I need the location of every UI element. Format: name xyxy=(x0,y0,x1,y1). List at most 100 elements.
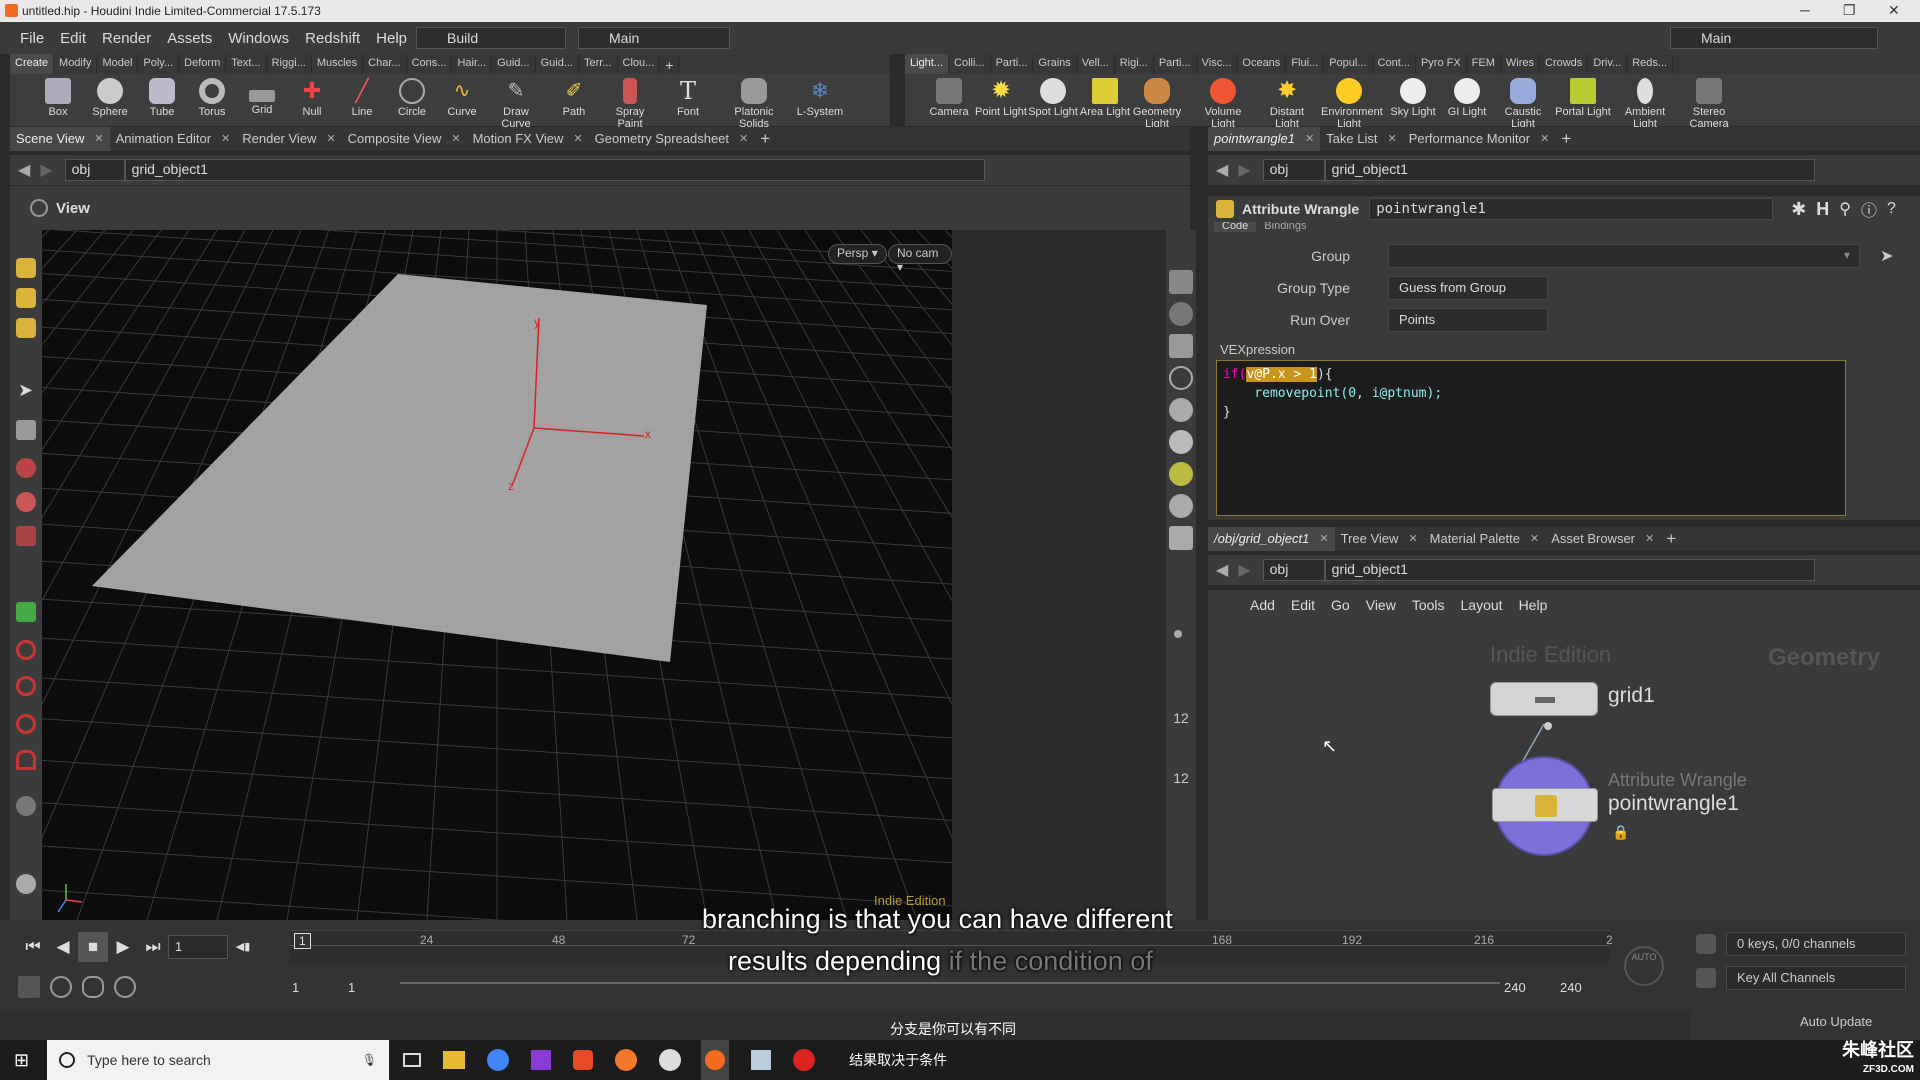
skip-end-icon[interactable]: ⏭ xyxy=(138,932,168,962)
tool-line[interactable]: ╱ Line xyxy=(334,76,390,118)
desktop-main-select[interactable]: Main xyxy=(578,27,730,49)
shelf-tab[interactable]: Text... xyxy=(226,54,267,74)
shelf-tab[interactable]: Flui... xyxy=(1286,54,1325,74)
view-tool-icon[interactable] xyxy=(16,796,36,816)
node-output-connector[interactable] xyxy=(1544,722,1552,730)
auto-update-select[interactable]: Auto Update xyxy=(1800,1014,1872,1029)
windows-start-icon[interactable]: ⊞ xyxy=(14,1050,29,1071)
shelf-tab[interactable]: Create xyxy=(10,54,55,74)
prim-numbers-icon[interactable]: 12 xyxy=(1169,770,1193,794)
tool-portal-light[interactable]: Portal Light xyxy=(1555,76,1611,118)
shelf-tab[interactable]: Riggi... xyxy=(267,54,312,74)
rotate-icon[interactable] xyxy=(16,492,36,512)
tool-grid[interactable]: Grid xyxy=(234,76,290,116)
scale-icon[interactable] xyxy=(16,526,36,546)
current-frame-field[interactable]: 1 xyxy=(168,935,228,959)
shelf-tab[interactable]: Reds... xyxy=(1627,54,1674,74)
houdini-taskbar-icon[interactable] xyxy=(701,1040,730,1080)
tool-gi-light[interactable]: GI Light xyxy=(1439,76,1495,118)
tool-path[interactable]: ✐ Path xyxy=(546,76,602,118)
lock-camera-icon[interactable] xyxy=(1169,334,1193,358)
display-icon[interactable] xyxy=(16,874,36,894)
shelf-tab[interactable]: Deform xyxy=(179,54,227,74)
key-all-channels-button[interactable]: Key All Channels xyxy=(1726,966,1906,990)
camera-view-icon[interactable] xyxy=(1169,526,1193,550)
close-tab-icon[interactable]: ✕ xyxy=(1305,127,1314,151)
vex-code-editor[interactable]: if(v@P.x > 1){ removepoint(0, i@ptnum);} xyxy=(1216,360,1846,516)
add-tab-icon[interactable]: + xyxy=(1660,527,1682,551)
magnet-icon[interactable] xyxy=(16,640,36,660)
tool-sphere[interactable]: Sphere xyxy=(82,76,138,118)
tool-circle[interactable]: Circle xyxy=(384,76,440,118)
close-tab-icon[interactable]: ✕ xyxy=(94,127,103,151)
play-reverse-icon[interactable]: ◀ xyxy=(48,932,78,962)
shelf-tab[interactable]: Parti... xyxy=(991,54,1034,74)
shelf-tab[interactable]: Cons... xyxy=(407,54,453,74)
desktop-right-select[interactable]: Main xyxy=(1670,27,1878,49)
notepad-icon[interactable] xyxy=(751,1050,772,1070)
help-h-icon[interactable]: H xyxy=(1816,199,1829,220)
shelf-tab[interactable]: Guid... xyxy=(492,54,536,74)
menu-assets[interactable]: Assets xyxy=(159,30,220,47)
tool-l-system[interactable]: ❄ L-System xyxy=(792,76,848,118)
shelf-tab[interactable]: Terr... xyxy=(579,54,618,74)
tool-area-light[interactable]: Area Light xyxy=(1077,76,1133,118)
close-tab-icon[interactable]: ✕ xyxy=(739,127,748,151)
path-node[interactable]: grid_object1 xyxy=(124,159,985,181)
tab-tree-view[interactable]: Tree View ✕ xyxy=(1335,527,1424,551)
shelf-tab[interactable]: Cont... xyxy=(1373,54,1416,74)
microphone-icon[interactable]: 🎙 xyxy=(362,1053,377,1067)
add-tab-icon[interactable]: + xyxy=(754,127,776,151)
tab-render-view[interactable]: Render View ✕ xyxy=(236,127,341,151)
shading-icon[interactable] xyxy=(1169,398,1193,422)
snap-icon[interactable] xyxy=(16,676,36,696)
network-menu-go[interactable]: Go xyxy=(1323,597,1358,613)
shelf-tab[interactable]: Driv... xyxy=(1588,54,1628,74)
help-icon[interactable]: ? xyxy=(1887,200,1896,218)
tool-volume-light[interactable]: Volume Light xyxy=(1195,76,1251,130)
tool-spot-light[interactable]: Spot Light xyxy=(1025,76,1081,118)
tab-geometry-spreadsheet[interactable]: Geometry Spreadsheet ✕ xyxy=(589,127,755,151)
ghost-icon[interactable] xyxy=(1169,366,1193,390)
key-channels-icon[interactable] xyxy=(1696,968,1716,988)
tool-caustic-light[interactable]: Caustic Light xyxy=(1495,76,1551,130)
menu-file[interactable]: File xyxy=(12,30,52,47)
path-root[interactable]: obj xyxy=(64,159,125,181)
tool-curve[interactable]: ∿ Curve xyxy=(434,76,490,118)
unreal-icon[interactable] xyxy=(659,1049,682,1071)
back-icon[interactable]: ◀ xyxy=(1216,160,1228,180)
node-lock-icon[interactable]: 🔒 xyxy=(1612,824,1629,841)
tab-composite-view[interactable]: Composite View ✕ xyxy=(342,127,467,151)
tab-scene-view[interactable]: Scene View ✕ xyxy=(10,127,110,151)
realtime-icon[interactable] xyxy=(114,976,136,998)
desktop-build-select[interactable]: Build xyxy=(416,27,566,49)
point-numbers-icon[interactable]: 12 xyxy=(1169,710,1193,734)
recorder-icon[interactable] xyxy=(793,1049,816,1071)
auto-key-button[interactable]: AUTO xyxy=(1624,946,1664,986)
group-field[interactable] xyxy=(1388,244,1860,268)
back-icon[interactable]: ◀ xyxy=(18,160,30,180)
view-gear-icon[interactable] xyxy=(30,199,48,217)
back-icon[interactable]: ◀ xyxy=(1216,560,1228,580)
shelf-tab[interactable]: FEM xyxy=(1467,54,1501,74)
viewport-canvas[interactable]: y x z Indie Edition xyxy=(42,230,952,920)
path-root[interactable]: obj xyxy=(1262,159,1325,181)
tool-environment-light[interactable]: Environment Light xyxy=(1321,76,1383,130)
tab-asset-browser[interactable]: Asset Browser ✕ xyxy=(1545,527,1660,551)
shelf-tab[interactable]: Parti... xyxy=(1154,54,1197,74)
skip-start-icon[interactable]: ⏮ xyxy=(18,932,48,962)
task-view-icon[interactable] xyxy=(403,1053,422,1067)
shelf-tab[interactable]: Oceans xyxy=(1237,54,1287,74)
shelf-tab[interactable]: Pyro FX xyxy=(1416,54,1467,74)
close-tab-icon[interactable]: ✕ xyxy=(221,127,230,151)
chrome-icon[interactable] xyxy=(487,1049,510,1071)
subtab-bindings[interactable]: Bindings xyxy=(1256,222,1314,232)
audio-icon[interactable] xyxy=(50,976,72,998)
tool-ambient-light[interactable]: Ambient Light xyxy=(1617,76,1673,130)
close-tab-icon[interactable]: ✕ xyxy=(1319,527,1328,551)
tool-tube[interactable]: Tube xyxy=(134,76,190,118)
select-tool-icon[interactable] xyxy=(16,258,36,278)
light-icon[interactable] xyxy=(1169,430,1193,454)
tool-camera[interactable]: Camera xyxy=(921,76,977,118)
tab-performance-monitor[interactable]: Performance Monitor ✕ xyxy=(1403,127,1556,151)
